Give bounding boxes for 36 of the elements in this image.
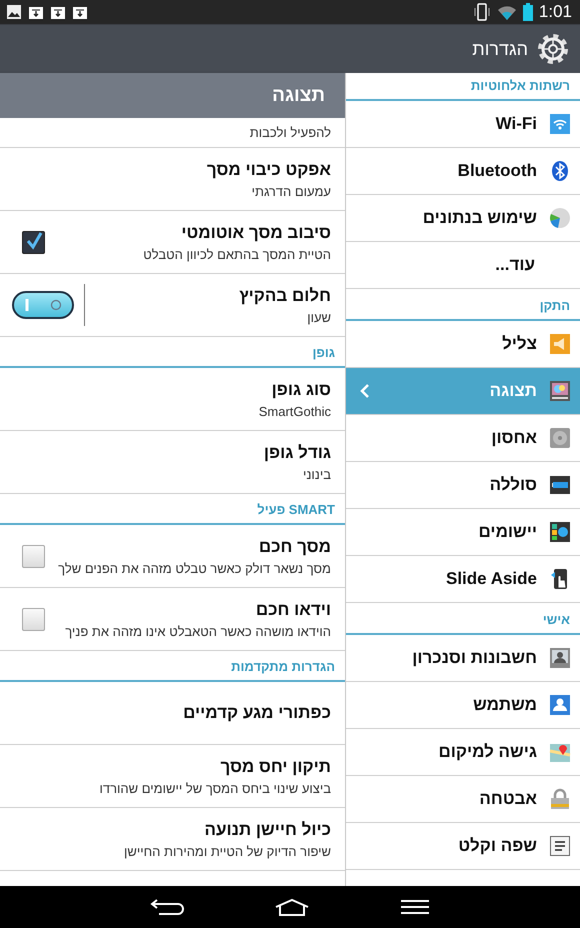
setting-summary: להפעיל ולכבות: [248, 125, 331, 141]
setting-title: כיול חיישן תנועה: [204, 818, 331, 840]
app-title: הגדרות: [472, 38, 528, 60]
setting-title: וידאו חכם: [254, 598, 331, 620]
setting-title: כפתורי מגע קדמיים: [182, 702, 331, 724]
setting-summary: מסך נשאר דולק כאשר טבלט מזהה את הפנים שלך: [57, 560, 331, 576]
clock: 1:01: [538, 2, 572, 22]
settings-row[interactable]: להפעיל ולכבות: [0, 118, 345, 148]
section-header: SMART פעיל: [0, 494, 345, 525]
section-header: גופן: [0, 337, 345, 368]
setting-title: מסך חכם: [258, 536, 331, 558]
setting-summary: הוידאו מושהה כאשר הטאבלט אינו מזהה את פניך: [64, 624, 331, 640]
setting-summary: שיפור הדיוק של הטיית ומהירות החיישן: [122, 844, 331, 860]
setting-summary: SmartGothic: [258, 404, 331, 420]
setting-summary: שעון: [306, 310, 331, 326]
setting-title: תיקון יחס מסך: [219, 756, 331, 778]
setting-summary: ביצוע שינוי ביחס המסך של יישומים שהורדו: [98, 780, 331, 796]
setting-summary: הטיית המסך בהתאם לכיוון הטבלט: [142, 246, 331, 262]
settings-row[interactable]: תיקון יחס מסך ביצוע שינוי ביחס המסך של יישומים שהורדו: [0, 745, 345, 808]
settings-row[interactable]: וידאו חכם הוידאו מושהה כאשר הטאבלט אינו מזהה את פניך: [0, 588, 345, 651]
setting-summary: עמעום הדרגתי: [250, 184, 331, 200]
setting-title: אפקט כיבוי מסך: [206, 158, 331, 180]
settings-row[interactable]: אפקט כיבוי מסך עמעום הדרגתי: [0, 148, 345, 211]
settings-row[interactable]: גודל גופן בינוני: [0, 431, 345, 494]
setting-title: סיבוב מסך אוטומטי: [180, 222, 331, 244]
setting-summary: בינוני: [302, 466, 331, 482]
settings-row[interactable]: חלום בהקיץ שעון: [0, 274, 345, 337]
settings-row[interactable]: מסך חכם מסך נשאר דולק כאשר טבלט מזהה את הפנים שלך: [0, 525, 345, 588]
setting-title: סוג גופן: [270, 378, 331, 400]
setting-title: גודל גופן: [262, 442, 331, 464]
settings-row[interactable]: כפתורי מגע קדמיים: [0, 682, 345, 745]
settings-row[interactable]: כיול חיישן תנועה שיפור הדיוק של הטיית ומהירות החיישן: [0, 808, 345, 871]
section-header: הגדרות מתקדמות: [0, 651, 345, 682]
settings-row[interactable]: סיבוב מסך אוטומטי הטיית המסך בהתאם לכיוון הטבלט: [0, 211, 345, 274]
setting-title: חלום בהקיץ: [238, 284, 331, 306]
pane-header: תצוגה: [0, 73, 345, 118]
